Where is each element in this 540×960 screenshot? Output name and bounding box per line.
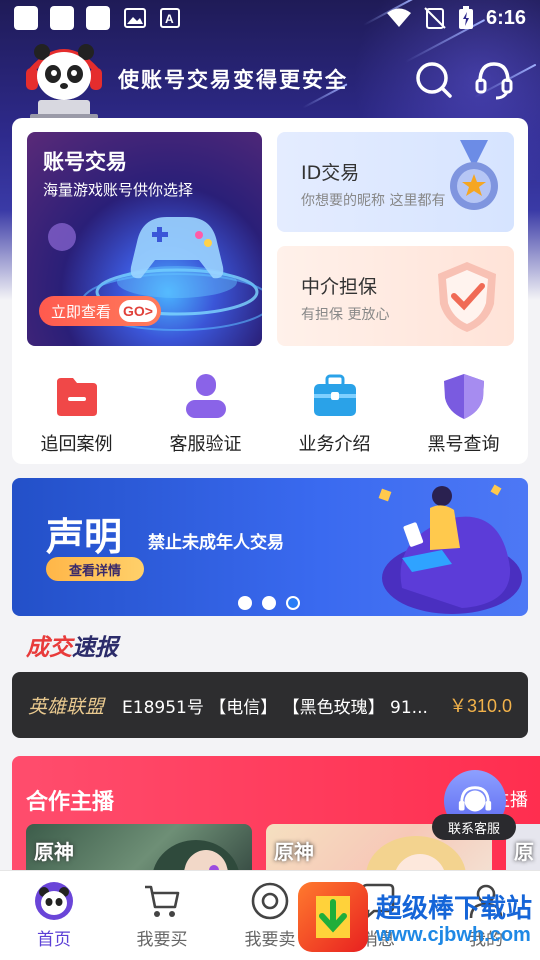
carousel-dot[interactable]	[238, 596, 252, 610]
quick-actions: 追回案例 客服验证 业务介绍 黑号查询	[12, 368, 528, 458]
genshin-logo: 原神	[34, 840, 74, 864]
no-sim-icon	[424, 7, 446, 29]
banner-subtitle: 禁止未成年人交易	[148, 533, 284, 553]
deal-game-name: 英雄联盟	[28, 695, 105, 718]
carousel-dot[interactable]	[262, 596, 276, 610]
view-now-label: 立即查看	[51, 302, 112, 321]
escrow-promo[interactable]: 中介担保 有担保 更放心	[277, 246, 514, 346]
quick-action-business-intro[interactable]: 业务介绍	[270, 368, 399, 458]
download-site-logo	[298, 882, 368, 952]
nav-label: 我要卖	[244, 930, 296, 950]
view-details-button[interactable]: 查看详情	[46, 557, 144, 581]
id-trade-promo[interactable]: ID交易 你想要的昵称 这里都有	[277, 132, 514, 232]
deal-ticker[interactable]: 英雄联盟 E18951号 【电信】 【黑色玫瑰】 91... ￥310.0	[12, 672, 528, 738]
quick-action-service-verify[interactable]: 客服验证	[141, 368, 270, 458]
nav-buy[interactable]: 我要买	[108, 871, 216, 960]
carousel-dots	[238, 596, 300, 610]
nav-label: 我要买	[136, 930, 188, 950]
download-arrow-icon	[316, 896, 350, 938]
status-time: 6:16	[485, 6, 526, 29]
header-slogan: 使账号交易变得更安全	[118, 67, 348, 92]
escrow-subtitle: 有担保 更放心	[301, 307, 390, 323]
escrow-title: 中介担保	[301, 276, 378, 298]
font-notification-icon: A	[160, 8, 180, 28]
notification-icon	[14, 6, 38, 30]
account-trade-title: 账号交易	[43, 150, 127, 174]
announcement-banner[interactable]: 声明 禁止未成年人交易 查看详情	[12, 478, 528, 616]
briefcase-icon	[313, 374, 356, 416]
sell-circle-icon	[251, 882, 289, 920]
panda-mascot-logo	[26, 44, 102, 120]
deals-section-title: 成交速报	[26, 628, 118, 662]
id-trade-title: ID交易	[301, 162, 360, 184]
medal-icon	[450, 140, 498, 210]
contact-service-float-button[interactable]: 联系客服	[432, 770, 516, 840]
user-icon	[185, 374, 226, 418]
streamers-title: 合作主播	[26, 790, 115, 815]
person-on-beanbag-illustration	[378, 484, 522, 614]
notification-icon	[50, 6, 74, 30]
watermark-name: 超级棒下载站	[376, 894, 533, 924]
shield-icon	[443, 374, 484, 419]
deal-price: ￥310.0	[448, 696, 512, 716]
nav-label: 首页	[37, 930, 71, 950]
app-bar: 使账号交易变得更安全	[0, 36, 540, 120]
account-trade-subtitle: 海量游戏账号供你选择	[43, 181, 194, 199]
view-now-button[interactable]: 立即查看 GO>	[39, 296, 161, 326]
quick-action-label: 业务介绍	[298, 434, 371, 455]
panda-home-icon	[35, 882, 73, 920]
account-trade-promo[interactable]: 账号交易 海量游戏账号供你选择 立即查看 GO>	[27, 132, 262, 346]
genshin-logo: 原神	[274, 840, 314, 864]
genshin-logo: 原	[514, 840, 534, 864]
nav-home[interactable]: 首页	[0, 871, 108, 960]
search-icon[interactable]	[414, 60, 454, 100]
site-watermark: 超级棒下载站 www.cjbwh.com	[296, 878, 540, 960]
go-badge: GO>	[119, 300, 157, 322]
quick-action-blacklist-check[interactable]: 黑号查询	[399, 368, 528, 458]
deal-description: E18951号 【电信】 【黑色玫瑰】 91...	[122, 697, 428, 718]
quick-action-recovery-cases[interactable]: 追回案例	[12, 368, 141, 458]
battery-icon	[458, 6, 473, 29]
folder-icon	[56, 378, 97, 416]
status-bar: A 6:16	[0, 0, 540, 36]
quick-action-label: 客服验证	[169, 434, 242, 455]
quick-action-label: 追回案例	[40, 434, 113, 455]
carousel-dot-active[interactable]	[286, 596, 300, 610]
quick-action-label: 黑号查询	[427, 434, 500, 455]
image-notification-icon	[124, 8, 146, 28]
notification-icon	[86, 6, 110, 30]
deals-title-part1: 成交	[26, 635, 72, 661]
deals-title-part2: 速报	[72, 635, 118, 661]
id-trade-subtitle: 你想要的昵称 这里都有	[301, 193, 446, 209]
wifi-icon	[386, 8, 411, 27]
svg-text:A: A	[165, 12, 174, 26]
main-feature-card: 账号交易 海量游戏账号供你选择 立即查看 GO> ID交易 你想要的昵称 这里都…	[12, 118, 528, 464]
watermark-url: www.cjbwh.com	[376, 924, 531, 946]
banner-title: 声明	[46, 514, 123, 559]
shield-check-icon	[438, 262, 496, 332]
cart-icon	[145, 885, 180, 917]
customer-service-icon[interactable]	[474, 60, 514, 100]
contact-service-label: 联系客服	[432, 814, 516, 840]
